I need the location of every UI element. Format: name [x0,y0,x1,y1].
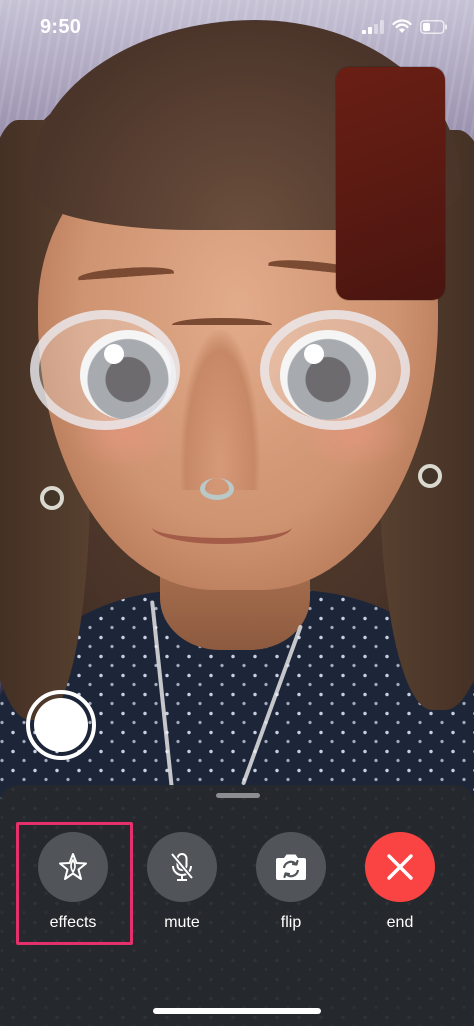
end-call-button[interactable]: end [355,832,445,932]
effects-button[interactable]: effects [28,832,118,932]
memoji-mouth [152,510,292,544]
memoji-nose [180,330,260,490]
capture-shutter-icon [34,698,88,752]
memoji-nose-ring [200,478,234,500]
battery-icon [420,19,447,34]
mute-circle [147,832,217,902]
status-bar: 9:50 [0,0,474,60]
memoji-glasses-right [260,310,410,430]
memoji-glasses-bridge [172,318,272,332]
panel-grabber-handle[interactable] [216,793,260,798]
effects-circle [38,832,108,902]
mute-label: mute [164,914,200,931]
call-controls: effects mute flip end [0,832,474,952]
capture-button[interactable] [26,690,96,760]
end-circle [365,832,435,902]
flip-button[interactable]: flip [246,832,336,932]
flip-circle [256,832,326,902]
close-x-icon [387,854,413,880]
wifi-icon [392,19,412,33]
memoji-glasses-left [30,310,180,430]
status-time: 9:50 [40,16,82,38]
call-controls-panel: effects mute flip end [0,785,474,1026]
memoji-earring-left [40,486,64,510]
memoji-earring-right [418,464,442,488]
flip-label: flip [280,914,302,931]
self-view-pip[interactable] [336,67,445,300]
home-indicator[interactable] [153,1008,321,1014]
status-icons [362,19,448,34]
microphone-slash-icon [170,852,194,881]
cellular-signal-icon [362,19,384,34]
effects-star-icon [59,853,87,880]
mute-button[interactable]: mute [137,832,227,932]
camera-flip-icon [276,854,306,880]
end-label: end [386,914,414,931]
effects-label: effects [49,914,97,931]
